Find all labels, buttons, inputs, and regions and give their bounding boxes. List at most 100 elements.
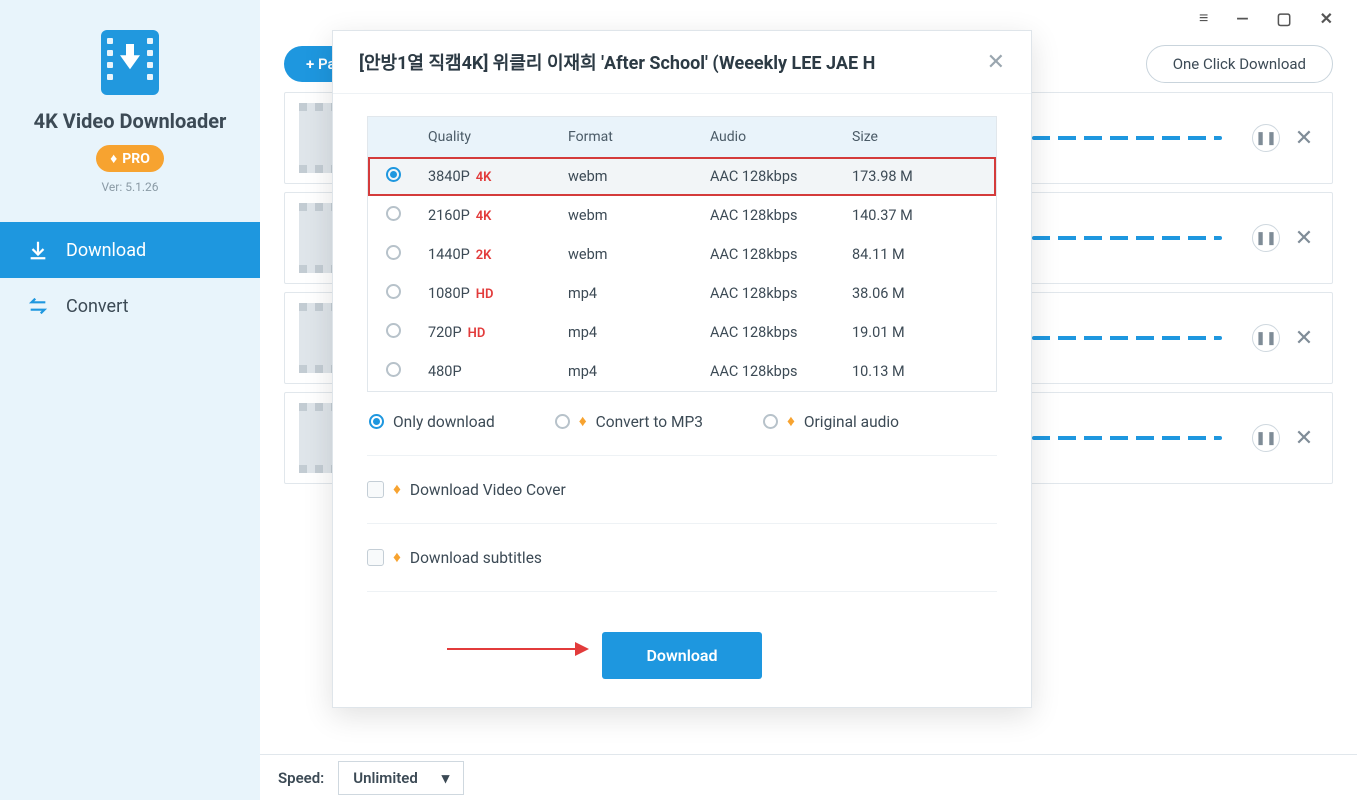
pause-button[interactable]: ❚❚ [1252,224,1280,252]
size-label: 173.98 M [852,168,978,185]
annotation-arrow [447,648,587,650]
pro-badge[interactable]: ♦ PRO [96,145,164,172]
format-label: webm [568,246,710,263]
col-size: Size [852,129,978,145]
format-label: mp4 [568,285,710,302]
maximize-icon[interactable]: ▢ [1276,9,1291,28]
option-download-subs[interactable]: ♦ Download subtitles [367,548,997,567]
version-label: Ver: 5.1.26 [0,180,260,194]
diamond-icon: ♦ [787,412,795,431]
radio-icon [763,414,778,429]
remove-button[interactable]: ✕ [1290,324,1318,352]
app-logo [101,30,159,95]
audio-label: AAC 128kbps [710,285,852,302]
progress-bar [1032,236,1222,240]
radio-icon [555,414,570,429]
progress-bar [1032,136,1222,140]
radio-icon [386,206,401,221]
nav: Download Convert [0,222,260,334]
quality-tag: 2K [476,248,492,263]
audio-label: AAC 128kbps [710,363,852,380]
col-quality: Quality [428,129,568,145]
quality-row[interactable]: 480P mp4AAC 128kbps10.13 M [368,352,996,391]
option-download-cover[interactable]: ♦ Download Video Cover [367,480,997,499]
pause-button[interactable]: ❚❚ [1252,124,1280,152]
quality-row[interactable]: 3840P4KwebmAAC 128kbps173.98 M [368,157,996,196]
radio-icon [386,362,401,377]
output-options: Only download ♦ Convert to MP3 ♦ Origina… [369,412,995,431]
one-click-download-button[interactable]: One Click Download [1146,45,1333,83]
diamond-icon: ♦ [393,548,401,567]
menu-icon[interactable]: ≡ [1199,8,1208,28]
progress-bar [1032,336,1222,340]
pause-button[interactable]: ❚❚ [1252,324,1280,352]
app-name: 4K Video Downloader [0,109,260,133]
dialog-title: [안방1열 직캠4K] 위클리 이재희 'After School' (Weee… [359,49,969,75]
radio-icon [386,167,401,182]
quality-tag: 4K [476,170,492,185]
minimize-icon[interactable]: — [1236,9,1248,28]
col-audio: Audio [710,129,852,145]
dialog-footer: Download [367,632,997,679]
nav-download[interactable]: Download [0,222,260,278]
sidebar: 4K Video Downloader ♦ PRO Ver: 5.1.26 Do… [0,0,260,800]
quality-dialog: [안방1열 직캠4K] 위클리 이재희 'After School' (Weee… [332,30,1032,708]
close-dialog-button[interactable]: ✕ [987,50,1005,75]
remove-button[interactable]: ✕ [1290,424,1318,452]
statusbar: Speed: Unlimited ▾ [260,754,1357,800]
chevron-down-icon: ▾ [442,769,450,787]
option-original-audio[interactable]: ♦ Original audio [763,412,899,431]
quality-row[interactable]: 2160P 4K webmAAC 128kbps140.37 M [368,196,996,235]
quality-tag: 4K [476,209,492,224]
nav-convert-label: Convert [66,296,129,317]
remove-button[interactable]: ✕ [1290,124,1318,152]
progress-bar [1032,436,1222,440]
quality-tag: HD [476,287,494,302]
radio-icon [386,323,401,338]
quality-table: Quality Format Audio Size 3840P4KwebmAAC… [367,116,997,392]
download-icon [26,238,50,262]
quality-label: 2160P [428,207,470,224]
nav-convert[interactable]: Convert [0,278,260,334]
quality-label: 480P [428,363,462,380]
radio-icon [369,414,384,429]
quality-row[interactable]: 1440P2KwebmAAC 128kbps84.11 M [368,235,996,274]
option-convert-mp3[interactable]: ♦ Convert to MP3 [555,412,703,431]
quality-tag: HD [468,326,486,341]
audio-label: AAC 128kbps [710,207,852,224]
diamond-icon: ♦ [110,150,117,167]
format-label: mp4 [568,363,710,380]
diamond-icon: ♦ [393,480,401,499]
pause-button[interactable]: ❚❚ [1252,424,1280,452]
quality-table-header: Quality Format Audio Size [368,117,996,157]
quality-row[interactable]: 1080P HD mp4AAC 128kbps38.06 M [368,274,996,313]
size-label: 19.01 M [852,324,978,341]
size-label: 10.13 M [852,363,978,380]
size-label: 38.06 M [852,285,978,302]
close-window-icon[interactable]: ✕ [1320,9,1333,28]
checkbox-icon [367,549,384,566]
nav-download-label: Download [66,240,146,261]
format-label: webm [568,168,710,185]
format-label: webm [568,207,710,224]
audio-label: AAC 128kbps [710,324,852,341]
download-button[interactable]: Download [602,632,761,679]
format-label: mp4 [568,324,710,341]
brand-area: 4K Video Downloader ♦ PRO Ver: 5.1.26 [0,0,260,204]
checkbox-icon [367,481,384,498]
size-label: 140.37 M [852,207,978,224]
quality-label: 720P [428,324,462,341]
dialog-header: [안방1열 직캠4K] 위클리 이재희 'After School' (Weee… [333,31,1031,94]
col-format: Format [568,129,710,145]
quality-label: 1080P [428,285,470,302]
quality-label: 1440P [428,246,470,263]
audio-label: AAC 128kbps [710,168,852,185]
remove-button[interactable]: ✕ [1290,224,1318,252]
option-only-download[interactable]: Only download [369,413,495,431]
speed-label: Speed: [278,769,324,787]
radio-icon [386,245,401,260]
diamond-icon: ♦ [579,412,587,431]
quality-row[interactable]: 720P HD mp4AAC 128kbps19.01 M [368,313,996,352]
audio-label: AAC 128kbps [710,246,852,263]
speed-select[interactable]: Unlimited ▾ [338,761,464,795]
